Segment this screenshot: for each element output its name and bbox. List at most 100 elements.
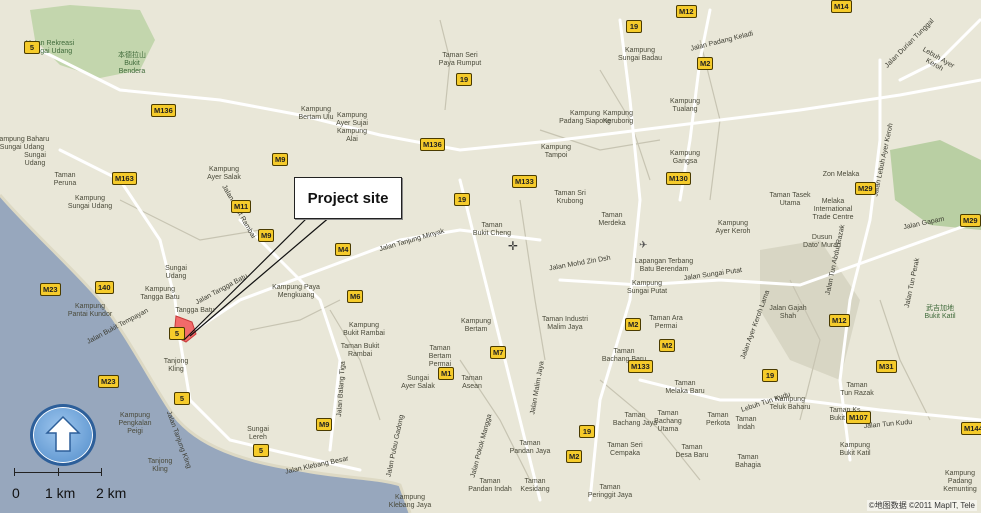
scale-tick bbox=[101, 468, 102, 476]
route-shield: M9 bbox=[258, 229, 275, 242]
place-label: Kampung Paya Mengkuang bbox=[272, 284, 320, 299]
place-label: Taman Bertam Permai bbox=[428, 345, 452, 368]
place-label: Kampung Bukit Katil bbox=[839, 442, 871, 457]
place-label: Melaka International Trade Centre bbox=[812, 198, 854, 221]
place-label: Taman Sri Krubong bbox=[554, 190, 586, 205]
route-shield: 5 bbox=[169, 327, 185, 340]
route-shield: 19 bbox=[626, 20, 642, 33]
route-shield: M136 bbox=[420, 138, 445, 151]
place-label: Kampung Pantai Kundor bbox=[67, 303, 113, 318]
place-label: Taman Seri Cempaka bbox=[607, 442, 643, 457]
route-shield: M130 bbox=[666, 172, 691, 185]
place-label: Taman Desa Baru bbox=[675, 444, 709, 459]
route-shield: M1 bbox=[438, 367, 455, 380]
place-label: Taman Industri Malim Jaya bbox=[542, 316, 588, 331]
place-label: 武吉加地 Bukit Katil bbox=[924, 305, 956, 320]
place-label: Zon Melaka bbox=[822, 171, 860, 178]
north-arrow-compass[interactable] bbox=[30, 404, 96, 466]
route-shield: M144 bbox=[961, 422, 981, 435]
place-label: Kampung Sungai Badau bbox=[618, 47, 662, 62]
route-shield: M7 bbox=[490, 346, 507, 359]
place-label: Taman Kesidang bbox=[520, 478, 550, 493]
place-label: Taman Tasek Utama bbox=[769, 192, 811, 207]
place-label: Kampung Ayer Keroh bbox=[715, 220, 751, 235]
scale-bar: 0 1 km 2 km bbox=[12, 468, 132, 508]
route-shield: M4 bbox=[335, 243, 352, 256]
place-label: Taman Ara Permai bbox=[649, 315, 683, 330]
place-label: Kampung Padang Siapong bbox=[559, 110, 611, 125]
place-label: Taman Bukit Rambai bbox=[340, 343, 380, 358]
route-shield: M2 bbox=[659, 339, 676, 352]
route-shield: 19 bbox=[454, 193, 470, 206]
place-label: Taman Pandan Indah bbox=[468, 478, 512, 493]
route-shield: M136 bbox=[151, 104, 176, 117]
place-label: Kampung Sungai Putat bbox=[626, 280, 668, 295]
scale-tick bbox=[58, 468, 59, 476]
callout-text: Project site bbox=[307, 189, 389, 207]
project-site-callout[interactable]: Project site bbox=[294, 177, 402, 219]
route-shield: M9 bbox=[272, 153, 289, 166]
route-shield: M133 bbox=[512, 175, 537, 188]
place-label: Kampung Gangsa bbox=[670, 150, 700, 165]
crosshair-icon: ✛ bbox=[508, 239, 518, 253]
place-label: Kampung Bertam bbox=[461, 318, 491, 333]
route-shield: M9 bbox=[316, 418, 333, 431]
route-shield: 140 bbox=[95, 281, 114, 294]
place-label: Jalan Gajah Shah bbox=[769, 305, 807, 320]
place-label: Taman Bukit Cheng bbox=[472, 222, 512, 237]
route-shield: M29 bbox=[855, 182, 876, 195]
route-shield: M2 bbox=[566, 450, 583, 463]
place-label: Taman Peruna bbox=[53, 172, 77, 187]
place-label: Kampung Bertam Ulu bbox=[298, 106, 334, 121]
place-label: Taman Pandan Jaya bbox=[509, 440, 551, 455]
scale-tick bbox=[14, 468, 15, 476]
place-label: Sungai Ayer Salak bbox=[401, 375, 435, 390]
route-shield: M11 bbox=[231, 200, 252, 213]
place-label: Taman Tun Razak bbox=[840, 382, 874, 397]
route-shield: M31 bbox=[876, 360, 897, 373]
route-shield: M29 bbox=[960, 214, 981, 227]
place-label: Kampung Klebang Jaya bbox=[388, 494, 432, 509]
place-label: Kampung Bukit Rambai bbox=[343, 322, 385, 337]
place-label: Taman Indah bbox=[735, 416, 757, 431]
place-label: Taman Peringgit Jaya bbox=[587, 484, 633, 499]
route-shield: M23 bbox=[40, 283, 61, 296]
route-shield: 5 bbox=[24, 41, 40, 54]
route-shield: M14 bbox=[831, 0, 852, 13]
place-label: Kampung Ayer Salak bbox=[207, 166, 241, 181]
place-label: Kampung Pengkalan Peigi bbox=[118, 412, 152, 435]
route-shield: M23 bbox=[98, 375, 119, 388]
place-label: Sungai Udang bbox=[165, 265, 187, 280]
place-label: Sungai Udang bbox=[24, 152, 46, 167]
place-label: Taman Bachang Jaya bbox=[612, 412, 658, 427]
route-shield: M2 bbox=[625, 318, 642, 331]
place-label: Tangga Batu bbox=[175, 307, 215, 314]
place-label: Kampung Ayer Sujai bbox=[336, 112, 368, 127]
place-label: Tanjong Kling bbox=[147, 458, 173, 473]
place-label: Kampung Tualang bbox=[670, 98, 700, 113]
place-label: Kampung Baharu Sungai Udang bbox=[0, 136, 50, 151]
scale-label: 0 bbox=[12, 485, 20, 501]
place-label: Taman Perkota bbox=[705, 412, 731, 427]
place-label: 本德拉山 Bukit Bendera bbox=[118, 52, 146, 75]
route-shield: M133 bbox=[628, 360, 653, 373]
route-shield: 19 bbox=[579, 425, 595, 438]
place-label: Taman Seri Paya Rumput bbox=[438, 52, 482, 67]
place-label: Sungai Lereh bbox=[247, 426, 269, 441]
scale-label: 2 km bbox=[96, 485, 127, 501]
place-label: Taman Bachang Utama bbox=[654, 410, 682, 433]
place-label: Kampung Padang Kemunting bbox=[943, 470, 977, 493]
route-shield: 5 bbox=[253, 444, 269, 457]
place-label: Tanjong Kling bbox=[163, 358, 189, 373]
place-label: Kampung Alai bbox=[337, 128, 367, 143]
place-label: Taman Bahagia bbox=[735, 454, 761, 469]
place-label: Taman Merdeka bbox=[598, 212, 626, 227]
route-shield: M2 bbox=[697, 57, 714, 70]
route-shield: M107 bbox=[846, 411, 871, 424]
route-shield: 19 bbox=[762, 369, 778, 382]
up-arrow-icon bbox=[45, 415, 81, 452]
route-shield: M163 bbox=[112, 172, 137, 185]
map-credit: ©地图数据 ©2011 MapIT, Tele bbox=[866, 500, 977, 511]
route-shield: M12 bbox=[676, 5, 697, 18]
place-label: Kampung Tangga Batu bbox=[140, 286, 180, 301]
